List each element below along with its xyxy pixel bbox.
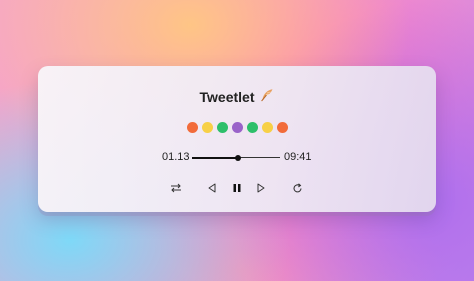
player-title: Tweetlet — [199, 89, 255, 105]
feather-icon — [260, 88, 274, 105]
previous-icon — [207, 183, 217, 193]
current-time: 01.13 — [162, 151, 190, 163]
repeat-button[interactable] — [289, 180, 305, 196]
previous-button[interactable] — [204, 180, 220, 196]
total-time: 09:41 — [284, 151, 312, 163]
color-swatches — [38, 122, 436, 133]
pause-button[interactable] — [229, 180, 245, 196]
player-card: Tweetlet 01.13 09:41 — [38, 66, 436, 212]
color-swatch[interactable] — [261, 122, 273, 133]
color-swatch[interactable] — [246, 122, 258, 133]
progress-fill — [192, 156, 238, 159]
progress-track[interactable] — [192, 154, 280, 161]
progress-knob[interactable] — [234, 154, 241, 161]
shuffle-button[interactable] — [168, 180, 184, 196]
playback-controls — [38, 180, 436, 196]
next-icon — [256, 183, 266, 193]
next-button[interactable] — [253, 180, 269, 196]
repeat-icon — [292, 182, 303, 194]
pause-icon — [232, 183, 242, 193]
color-swatch[interactable] — [216, 122, 228, 133]
title-row: Tweetlet — [38, 88, 436, 105]
color-swatch[interactable] — [231, 122, 243, 133]
color-swatch[interactable] — [201, 122, 213, 133]
color-swatch[interactable] — [186, 122, 198, 133]
progress-row: 01.13 09:41 — [162, 150, 322, 166]
shuffle-icon — [170, 183, 182, 193]
color-swatch[interactable] — [276, 122, 288, 133]
